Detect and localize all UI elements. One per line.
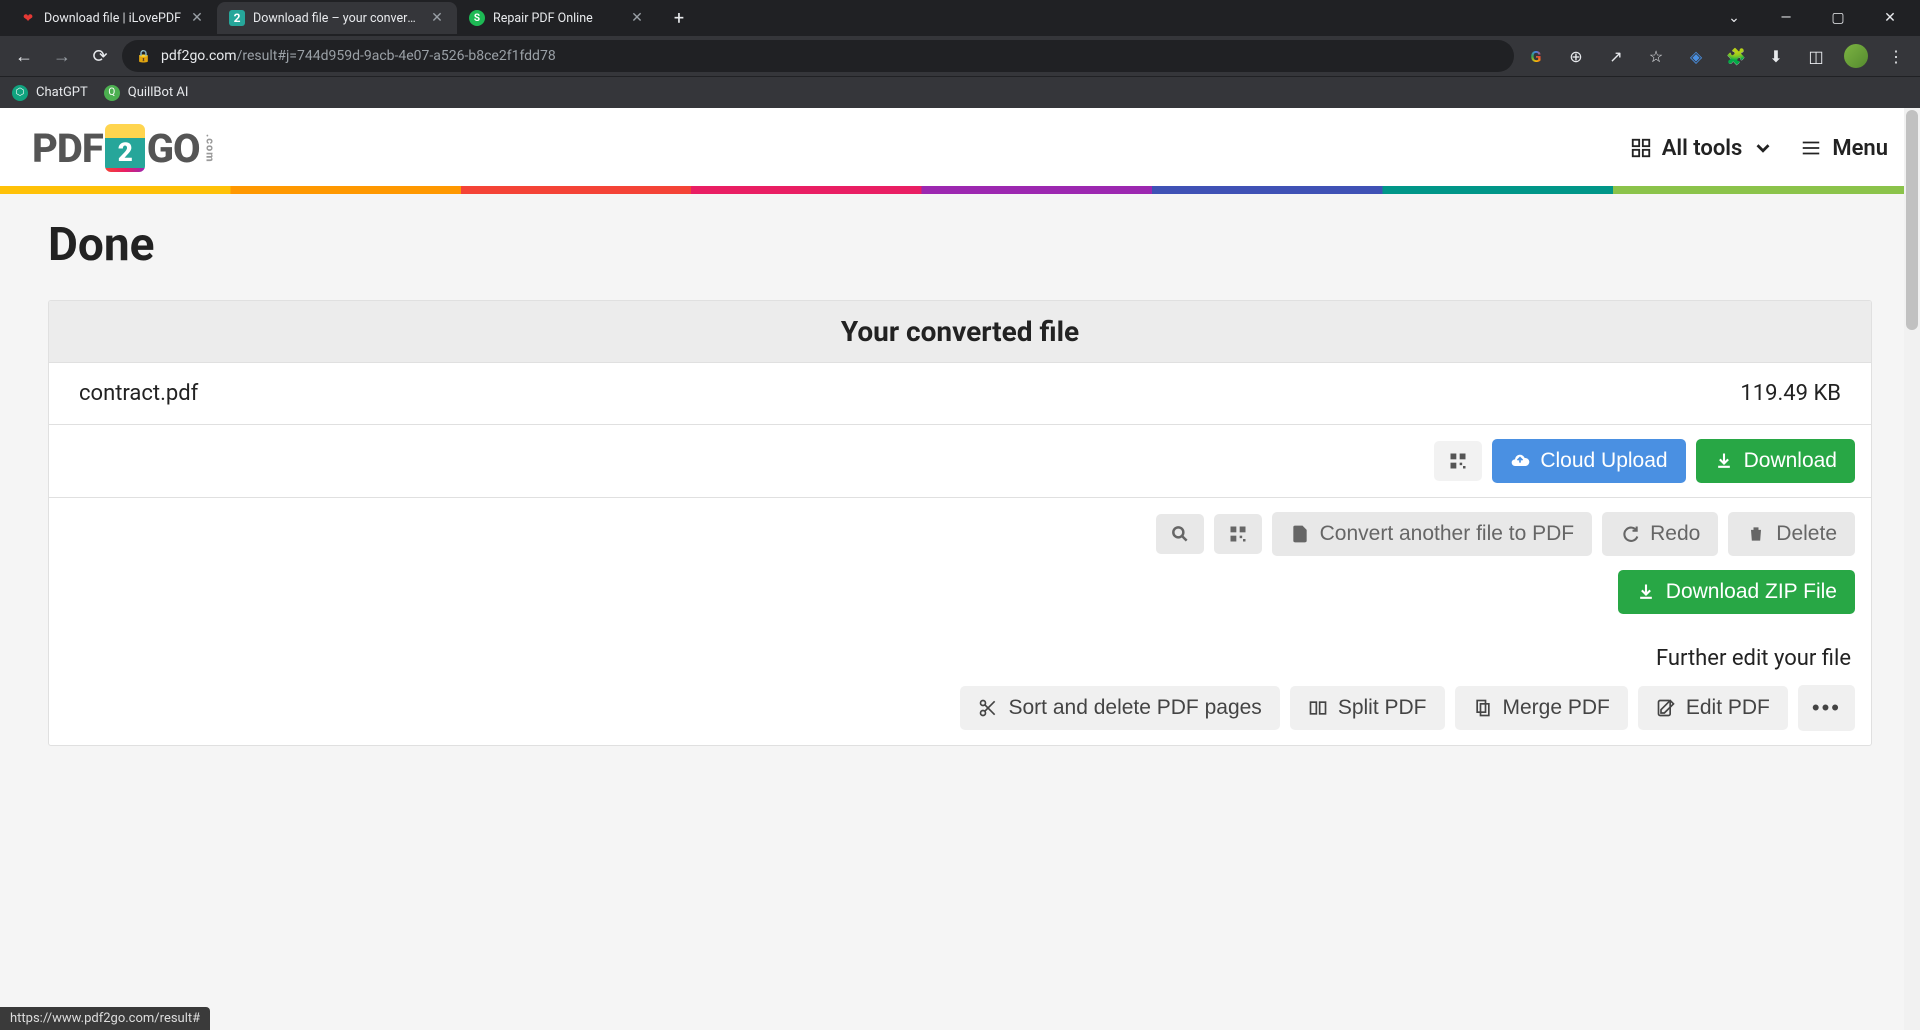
bookmark-chatgpt[interactable]: ⬡ ChatGPT <box>12 85 88 101</box>
new-tab-button[interactable]: + <box>665 4 693 32</box>
redo-icon <box>1620 524 1640 544</box>
downloads-icon[interactable]: ⬇ <box>1760 40 1792 72</box>
sort-delete-pages-button[interactable]: Sort and delete PDF pages <box>960 686 1279 730</box>
qr-code-button[interactable] <box>1434 441 1482 481</box>
logo-2-block: 2 <box>105 124 145 172</box>
merge-pdf-button[interactable]: Merge PDF <box>1455 686 1628 730</box>
convert-another-button[interactable]: Convert another file to PDF <box>1272 512 1592 556</box>
status-bar: https://www.pdf2go.com/result# <box>0 1007 210 1030</box>
more-tools-button[interactable]: ••• <box>1798 685 1855 731</box>
delete-button[interactable]: Delete <box>1728 512 1855 556</box>
zoom-icon[interactable]: ⊕ <box>1560 40 1592 72</box>
toolbar-icons: G ⊕ ↗ ☆ ◈ 🧩 ⬇ ◫ ⋮ <box>1520 40 1912 72</box>
download-zip-button[interactable]: Download ZIP File <box>1618 570 1855 614</box>
pdf2go-icon: 2 <box>229 10 245 26</box>
download-icon <box>1714 451 1734 471</box>
forward-button[interactable]: → <box>46 40 78 72</box>
search-button[interactable] <box>1156 514 1204 554</box>
trash-icon <box>1746 524 1766 544</box>
scrollbar-thumb[interactable] <box>1906 110 1918 330</box>
rainbow-divider <box>0 186 1920 194</box>
page-title: Done <box>48 218 1872 272</box>
menu-button[interactable]: Menu <box>1800 136 1888 161</box>
download-button[interactable]: Download <box>1696 439 1855 483</box>
qr-all-button[interactable] <box>1214 514 1262 554</box>
page-content: PDF 2 GO .com All tools Menu Done Yo <box>0 108 1920 1030</box>
maximize-button[interactable]: ▢ <box>1816 2 1860 34</box>
all-tools-dropdown[interactable]: All tools <box>1630 136 1775 161</box>
browser-toolbar: ← → ⟳ 🔒 pdf2go.com/result#j=744d959d-9ac… <box>0 36 1920 76</box>
pdf2go-logo[interactable]: PDF 2 GO .com <box>32 124 217 172</box>
merge-icon <box>1473 698 1493 718</box>
split-pdf-button[interactable]: Split PDF <box>1290 686 1445 730</box>
grid-icon <box>1630 137 1652 159</box>
bookmarks-bar: ⬡ ChatGPT Q QuillBot AI <box>0 76 1920 108</box>
tab-title: Repair PDF Online <box>493 11 621 26</box>
bottom-actions: Convert another file to PDF Redo Delete … <box>49 498 1871 745</box>
heart-icon: ❤ <box>20 10 36 26</box>
url-text: pdf2go.com/result#j=744d959d-9acb-4e07-a… <box>161 48 556 64</box>
google-icon[interactable]: G <box>1520 40 1552 72</box>
redo-button[interactable]: Redo <box>1602 512 1718 556</box>
file-name: contract.pdf <box>79 381 1740 406</box>
minimize-button[interactable]: — <box>1764 2 1808 34</box>
edit-pdf-button[interactable]: Edit PDF <box>1638 686 1788 730</box>
kebab-menu-icon[interactable]: ⋮ <box>1880 40 1912 72</box>
share-icon[interactable]: ↗ <box>1600 40 1632 72</box>
file-row: contract.pdf 119.49 KB <box>49 363 1871 425</box>
tab-title: Download file – your conversion <box>253 11 421 26</box>
qr-icon <box>1228 524 1248 544</box>
converted-file-panel: Your converted file contract.pdf 119.49 … <box>48 300 1872 746</box>
bookmark-quillbot[interactable]: Q QuillBot AI <box>104 85 189 101</box>
cloud-upload-icon <box>1510 451 1530 471</box>
extensions-icon[interactable]: 🧩 <box>1720 40 1752 72</box>
sidepanel-icon[interactable]: ◫ <box>1800 40 1832 72</box>
split-icon <box>1308 698 1328 718</box>
tab-pdf2go[interactable]: 2 Download file – your conversion ✕ <box>217 2 457 34</box>
close-icon[interactable]: ✕ <box>429 10 445 26</box>
s-icon: S <box>469 10 485 26</box>
cloud-upload-button[interactable]: Cloud Upload <box>1492 439 1685 483</box>
profile-avatar[interactable] <box>1840 40 1872 72</box>
window-controls: ⌄ — ▢ ✕ <box>1712 2 1912 34</box>
reload-button[interactable]: ⟳ <box>84 40 116 72</box>
close-window-button[interactable]: ✕ <box>1868 2 1912 34</box>
scrollbar[interactable] <box>1904 108 1920 1030</box>
file-actions-row: Cloud Upload Download <box>49 425 1871 498</box>
bookmark-star-icon[interactable]: ☆ <box>1640 40 1672 72</box>
tab-strip: ❤ Download file | iLovePDF ✕ 2 Download … <box>0 0 1920 36</box>
ellipsis-icon: ••• <box>1812 695 1841 721</box>
shield-icon[interactable]: ◈ <box>1680 40 1712 72</box>
browser-chrome: ❤ Download file | iLovePDF ✕ 2 Download … <box>0 0 1920 108</box>
panel-header: Your converted file <box>49 301 1871 363</box>
site-header: PDF 2 GO .com All tools Menu <box>0 108 1920 186</box>
close-icon[interactable]: ✕ <box>629 10 645 26</box>
quillbot-icon: Q <box>104 85 120 101</box>
tab-ilovepdf[interactable]: ❤ Download file | iLovePDF ✕ <box>8 2 217 34</box>
main-content: Done Your converted file contract.pdf 11… <box>0 194 1920 1030</box>
header-nav: All tools Menu <box>1630 136 1888 161</box>
tab-repair-pdf[interactable]: S Repair PDF Online ✕ <box>457 2 657 34</box>
further-edit-label: Further edit your file <box>65 646 1851 671</box>
chatgpt-icon: ⬡ <box>12 85 28 101</box>
lock-icon: 🔒 <box>136 49 151 63</box>
address-bar[interactable]: 🔒 pdf2go.com/result#j=744d959d-9acb-4e07… <box>122 40 1514 72</box>
close-icon[interactable]: ✕ <box>189 10 205 26</box>
scissors-icon <box>978 698 998 718</box>
back-button[interactable]: ← <box>8 40 40 72</box>
file-size: 119.49 KB <box>1740 381 1841 406</box>
hamburger-icon <box>1800 137 1822 159</box>
chevron-down-icon[interactable]: ⌄ <box>1712 2 1756 34</box>
search-icon <box>1170 524 1190 544</box>
qr-icon <box>1448 451 1468 471</box>
tab-title: Download file | iLovePDF <box>44 11 181 26</box>
edit-icon <box>1656 698 1676 718</box>
chevron-down-icon <box>1752 137 1774 159</box>
file-icon <box>1290 524 1310 544</box>
download-icon <box>1636 582 1656 602</box>
